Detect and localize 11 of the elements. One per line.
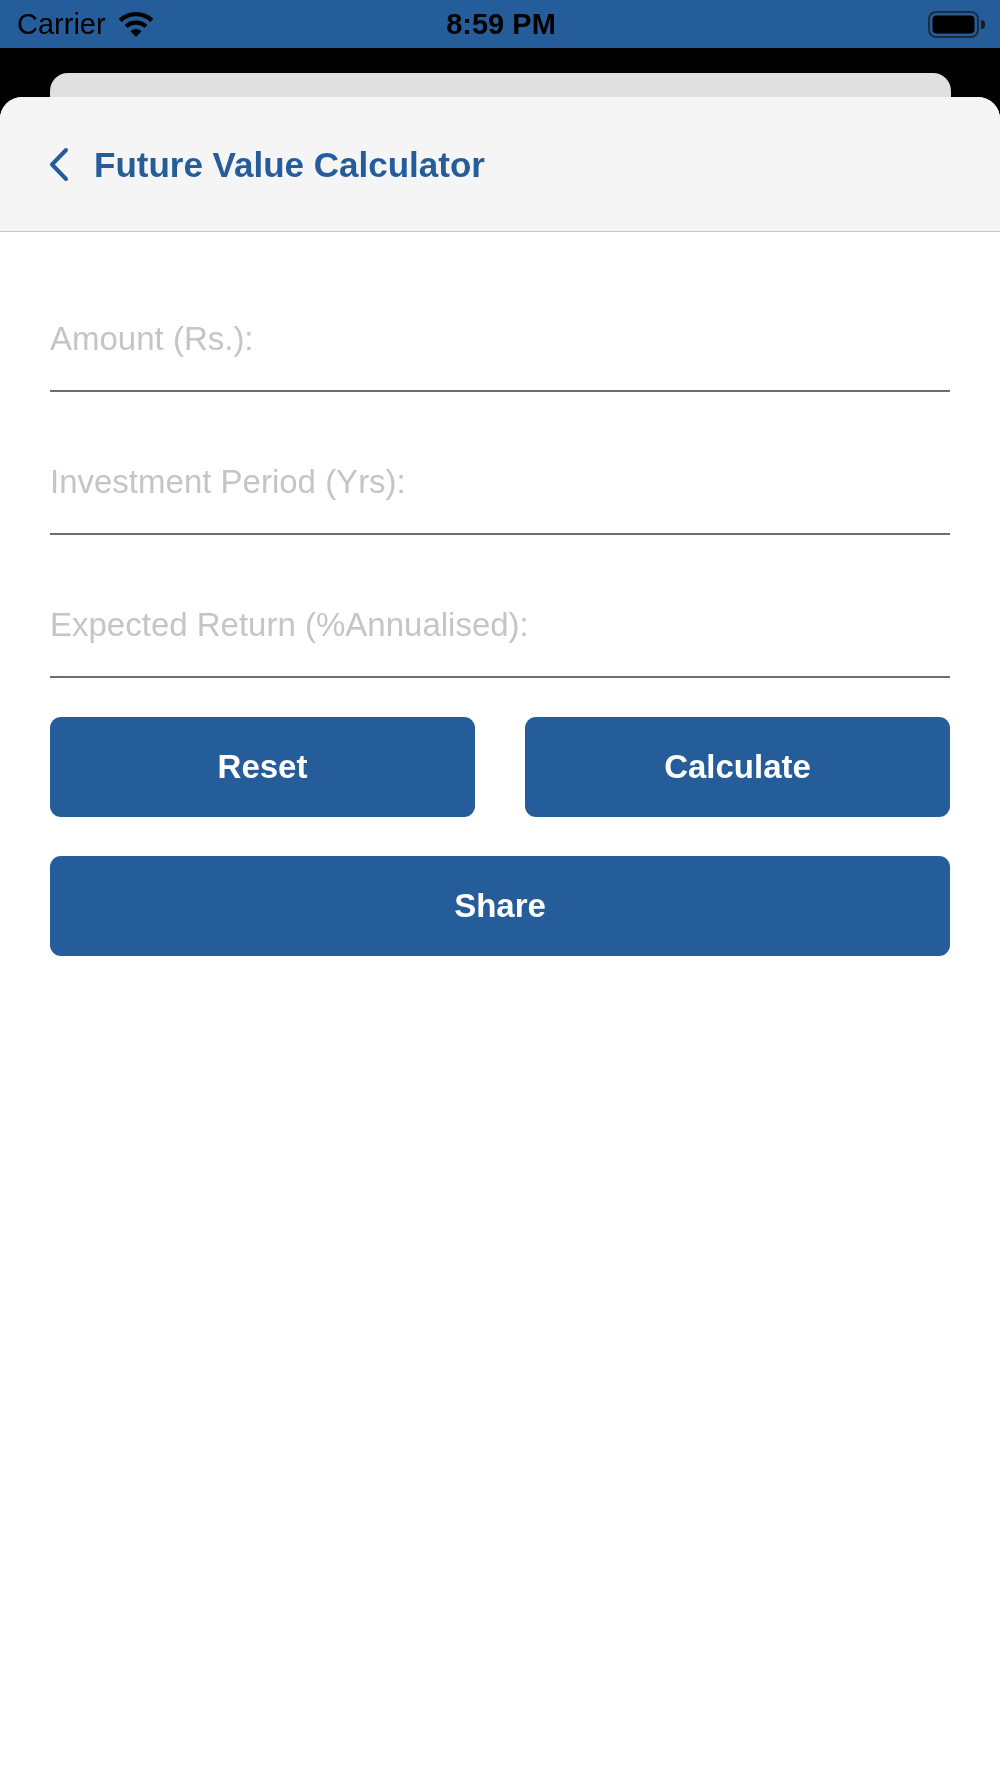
action-button[interactable]: Reset — [50, 717, 475, 817]
input-field[interactable]: Investment Period (Yrs): — [50, 451, 950, 535]
battery-icon — [928, 10, 985, 38]
action-button[interactable]: Share — [50, 856, 950, 956]
action-button[interactable]: Calculate — [525, 717, 950, 817]
carrier-label: Carrier — [17, 9, 106, 39]
input-field[interactable]: Amount (Rs.): — [50, 308, 950, 392]
back-icon[interactable] — [48, 146, 69, 182]
screen-title: Future Value Calculator — [94, 146, 485, 182]
status-time: 8:59 PM — [446, 9, 556, 39]
input-field[interactable]: Expected Return (%Annualised): — [50, 594, 950, 678]
